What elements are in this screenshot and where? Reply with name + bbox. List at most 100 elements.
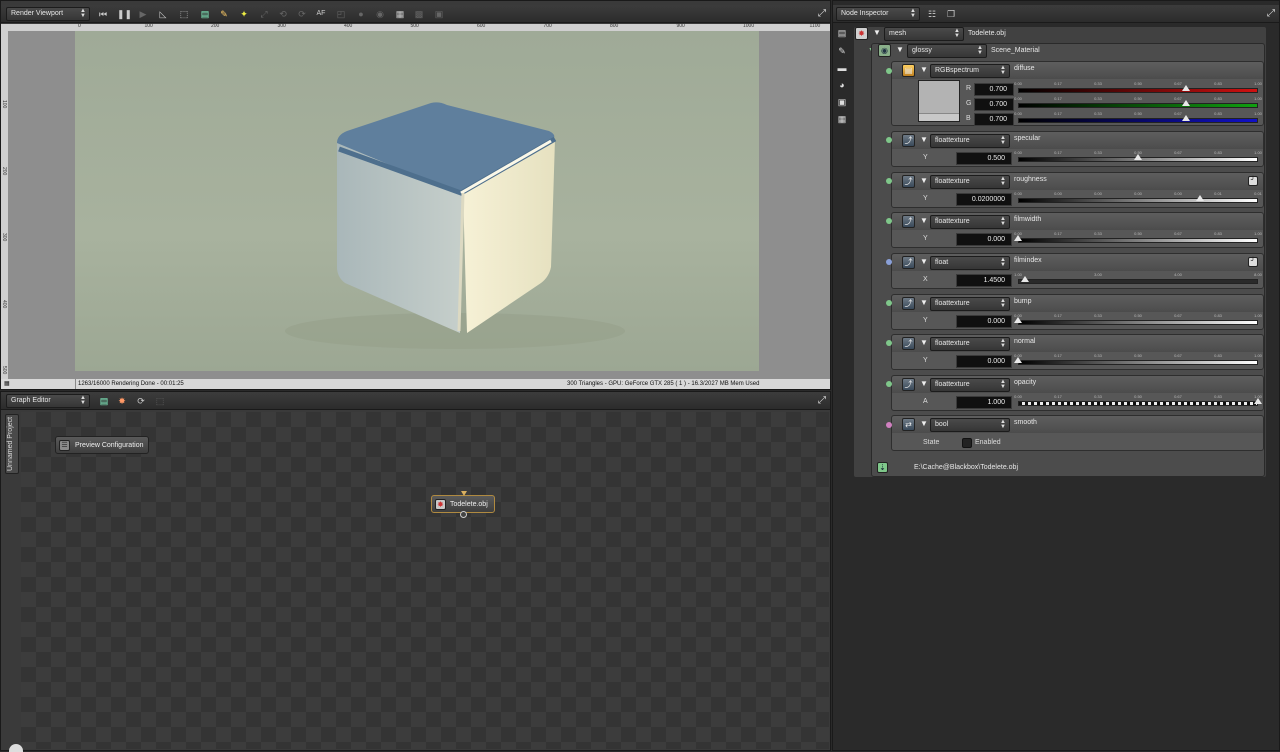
inspector-list-icon[interactable]: ☷	[925, 7, 939, 21]
diffuse-pin-icon[interactable]	[886, 68, 892, 74]
skip-start-icon[interactable]: ⏮	[96, 7, 110, 21]
file-output-icon[interactable]: ⇣	[877, 462, 888, 473]
diffuse-channel-thumb-icon[interactable]	[1182, 115, 1190, 121]
mesh-type-select[interactable]: mesh ▲ ▼	[884, 27, 964, 41]
node-input-pin-icon[interactable]	[461, 491, 467, 496]
filmindex-slider[interactable]: 1.00 3.00 4.00 8.00	[1014, 272, 1262, 287]
filmwidth-pin-icon[interactable]	[886, 218, 892, 224]
normal-thumb-icon[interactable]	[1014, 357, 1022, 363]
new-node-icon[interactable]: ▤	[97, 394, 111, 408]
smooth-enabled-checkbox[interactable]	[962, 438, 972, 448]
ruler-triangle-icon[interactable]: ◺	[156, 7, 170, 21]
filmwidth-value-field[interactable]: 0.000	[956, 233, 1012, 246]
render-canvas[interactable]	[8, 31, 830, 379]
diffuse-channel-value[interactable]: 0.700	[974, 98, 1014, 111]
filmindex-collapse-icon[interactable]: ▼	[920, 257, 928, 266]
roughness-curve-icon[interactable]: ╯	[1248, 176, 1258, 186]
opacity-value-field[interactable]: 1.000	[956, 396, 1012, 409]
grid-icon[interactable]: ▦	[393, 7, 407, 21]
roughness-slider[interactable]: 0.00 0.00 0.00 0.00 0.00 0.01 0.01	[1014, 191, 1262, 206]
mesh-collapse-icon[interactable]: ▼	[873, 28, 881, 37]
preview-configuration-node[interactable]: ☰ Preview Configuration	[55, 436, 149, 454]
opacity-thumb-icon[interactable]	[1254, 398, 1262, 404]
sphere-alt-icon[interactable]: ◉	[373, 7, 387, 21]
filmwidth-thumb-icon[interactable]	[1014, 235, 1022, 241]
diffuse-channel-slider[interactable]: 0.00 0.17 0.33 0.50 0.67 0.83 1.00	[1014, 96, 1262, 111]
sphere-icon[interactable]: ●	[354, 7, 368, 21]
normal-type-select[interactable]: floattexture ▲ ▼	[930, 337, 1010, 351]
sidebar-nodes-icon[interactable]: ▤	[836, 27, 848, 39]
pause-icon[interactable]: ❚❚	[117, 7, 132, 21]
roughness-collapse-icon[interactable]: ▼	[920, 176, 928, 185]
filmindex-pin-icon[interactable]	[886, 259, 892, 265]
material-collapse-icon[interactable]: ▼	[896, 45, 904, 54]
tab-unnamed-project[interactable]: Unnamed Project	[5, 414, 19, 474]
opacity-slider[interactable]: 0.00 0.17 0.33 0.50 0.67 0.83 1.00	[1014, 394, 1262, 409]
opacity-collapse-icon[interactable]: ▼	[920, 379, 928, 388]
bump-type-select[interactable]: floattexture ▲ ▼	[930, 297, 1010, 311]
specular-value-field[interactable]: 0.500	[956, 152, 1012, 165]
filmwidth-collapse-icon[interactable]: ▼	[920, 216, 928, 225]
roughness-thumb-icon[interactable]	[1195, 195, 1204, 201]
diffuse-channel-thumb-icon[interactable]	[1182, 100, 1190, 106]
node-output-pin-icon[interactable]	[460, 511, 467, 518]
lock-icon[interactable]: ◰	[334, 7, 348, 21]
specular-collapse-icon[interactable]: ▼	[920, 135, 928, 144]
inspector-selector[interactable]: Node Inspector ▲ ▼	[836, 7, 920, 21]
opacity-type-select[interactable]: floattexture ▲ ▼	[930, 378, 1010, 392]
viewport-selector[interactable]: Render Viewport ▲ ▼	[6, 7, 90, 21]
bump-slider[interactable]: 0.00 0.17 0.33 0.50 0.67 0.83 1.00	[1014, 313, 1262, 328]
roughness-pin-icon[interactable]	[886, 178, 892, 184]
sidebar-layers-icon[interactable]: ▬	[836, 62, 848, 74]
bump-value-field[interactable]: 0.000	[956, 315, 1012, 328]
normal-value-field[interactable]: 0.000	[956, 355, 1012, 368]
rotate-icon[interactable]: ⟲	[276, 7, 290, 21]
specular-slider[interactable]: 0.00 0.17 0.33 0.50 0.67 0.83 1.00	[1014, 150, 1262, 165]
diffuse-collapse-icon[interactable]: ▼	[920, 65, 928, 74]
filmwidth-slider[interactable]: 0.00 0.17 0.33 0.50 0.67 0.83 1.00	[1014, 231, 1262, 246]
sidebar-image-icon[interactable]: ▣	[836, 96, 848, 108]
roughness-type-select[interactable]: floattexture ▲ ▼	[930, 175, 1010, 189]
graph-editor-selector[interactable]: Graph Editor ▲ ▼	[6, 394, 90, 408]
filmindex-curve-icon[interactable]: ╯	[1248, 257, 1258, 267]
specular-type-select[interactable]: floattexture ▲ ▼	[930, 134, 1010, 148]
zoom-icon[interactable]: ⤢	[257, 7, 271, 21]
graph-export-icon[interactable]: ⬚	[153, 394, 167, 408]
graph-canvas[interactable]: ☰ Preview Configuration ✸ Todelete.obj	[21, 412, 829, 749]
diffuse-type-select[interactable]: RGBspectrum ▲ ▼	[930, 64, 1010, 78]
sidebar-sphere-icon[interactable]: ◕	[836, 79, 848, 91]
region-render-icon[interactable]: ⬚	[177, 7, 191, 21]
specular-thumb-icon[interactable]	[1134, 154, 1142, 160]
export-icon[interactable]: ▣	[432, 7, 446, 21]
diffuse-channel-thumb-icon[interactable]	[1182, 85, 1190, 91]
focus-picker-icon[interactable]: ✦	[237, 7, 251, 21]
diffuse-channel-slider[interactable]: 0.00 0.17 0.33 0.50 0.67 0.83 1.00	[1014, 81, 1262, 96]
opacity-pin-icon[interactable]	[886, 381, 892, 387]
import-mesh-icon[interactable]: ✸	[115, 394, 129, 408]
checker-icon[interactable]: ▩	[412, 7, 426, 21]
refresh-icon[interactable]: ⟳	[134, 394, 148, 408]
material-picker-icon[interactable]: ✎	[217, 7, 231, 21]
camera-icon[interactable]: ▤	[198, 7, 212, 21]
maximize-icon[interactable]: ⤢	[816, 8, 828, 20]
sidebar-texture-icon[interactable]: ▦	[836, 113, 848, 125]
normal-slider[interactable]: 0.00 0.17 0.33 0.50 0.67 0.83 1.00	[1014, 353, 1262, 368]
material-type-select[interactable]: glossy ▲ ▼	[907, 44, 987, 58]
filmindex-thumb-icon[interactable]	[1021, 276, 1030, 282]
diffuse-channel-slider[interactable]: 0.00 0.17 0.33 0.50 0.67 0.83 1.00	[1014, 111, 1262, 126]
smooth-pin-icon[interactable]	[886, 422, 892, 428]
roughness-value-field[interactable]: 0.0200000	[956, 193, 1012, 206]
filmindex-type-select[interactable]: float ▲ ▼	[930, 256, 1010, 270]
specular-pin-icon[interactable]	[886, 137, 892, 143]
filmwidth-type-select[interactable]: floattexture ▲ ▼	[930, 215, 1010, 229]
diffuse-channel-value[interactable]: 0.700	[974, 113, 1014, 126]
filmindex-value-field[interactable]: 1.4500	[956, 274, 1012, 287]
bump-thumb-icon[interactable]	[1014, 317, 1022, 323]
sidebar-material-icon[interactable]: ✎	[836, 45, 848, 57]
bump-collapse-icon[interactable]: ▼	[920, 298, 928, 307]
pan-icon[interactable]: ⟳	[295, 7, 309, 21]
smooth-type-select[interactable]: bool ▲ ▼	[930, 418, 1010, 432]
todelete-obj-node[interactable]: ✸ Todelete.obj	[431, 491, 495, 518]
bump-pin-icon[interactable]	[886, 300, 892, 306]
autofocus-button[interactable]: AF	[314, 7, 328, 21]
